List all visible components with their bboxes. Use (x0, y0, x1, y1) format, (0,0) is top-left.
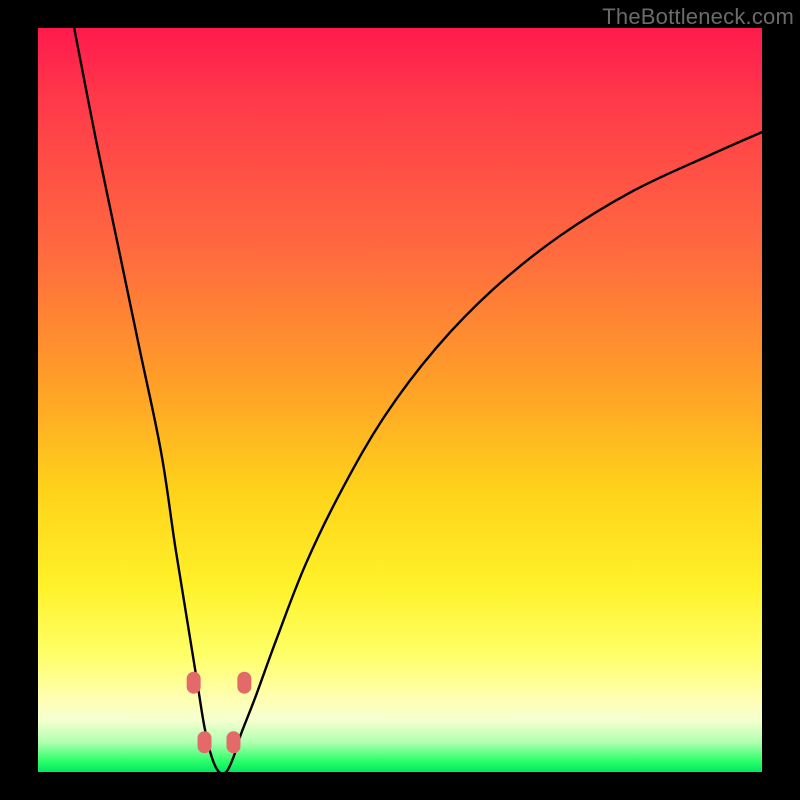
chart-plot-area (38, 28, 762, 772)
curve-marker (237, 672, 251, 694)
chart-svg (38, 28, 762, 772)
watermark-text: TheBottleneck.com (602, 4, 794, 30)
curve-marker (226, 731, 240, 753)
curve-path (74, 28, 762, 774)
curve-marker (187, 672, 201, 694)
chart-frame: TheBottleneck.com (0, 0, 800, 800)
curve-marker (198, 731, 212, 753)
bottleneck-curve (74, 28, 762, 774)
curve-markers (187, 672, 252, 754)
